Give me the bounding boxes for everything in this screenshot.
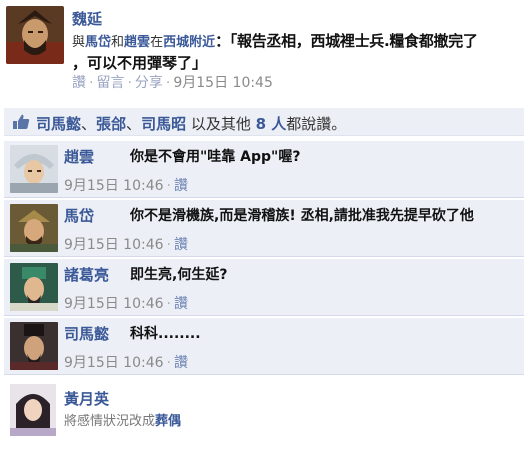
author-avatar[interactable] [6, 6, 64, 64]
user-name[interactable]: 黃月英 [64, 388, 109, 409]
likes-middle-text: 以及其他 [186, 115, 256, 133]
comment-timestamp[interactable]: 9月15日 10:46 [64, 296, 164, 312]
comment-meta: 9月15日 10:46 · 讚 [64, 234, 188, 254]
separator-dot: · [127, 75, 132, 91]
post-author-name[interactable]: 魏延 [72, 8, 102, 29]
at-word: 在 [150, 35, 164, 50]
separator-dot: · [89, 75, 94, 91]
relationship-status-link[interactable]: 葬偶 [155, 414, 181, 429]
user-avatar[interactable] [10, 384, 56, 436]
tagged-user-link[interactable]: 馬岱 [85, 35, 111, 50]
commenter-avatar[interactable] [10, 145, 58, 193]
commenter-name[interactable]: 馬岱 [64, 205, 94, 226]
comment-timestamp[interactable]: 9月15日 10:46 [64, 355, 164, 371]
others-count-link[interactable]: 8 人 [256, 115, 287, 133]
commenter-name[interactable]: 諸葛亮 [64, 264, 109, 285]
separator-dot: · [166, 296, 171, 312]
comment: 趙雲 你是不會用"哇靠 App"喔? 9月15日 10:46 · 讚 [4, 140, 524, 198]
comment-like-link[interactable]: 讚 [174, 296, 188, 312]
post-timestamp[interactable]: 9月15日 10:45 [173, 75, 273, 91]
post: 魏延 與馬岱和趙雲在西城附近：「報告丞相，西城裡士兵.糧食都撤完了 ，可以不用彈… [0, 0, 524, 100]
commenter-name[interactable]: 司馬懿 [64, 323, 109, 344]
comment-meta: 9月15日 10:46 · 讚 [64, 293, 188, 313]
post-message-line2: ，可以不用彈琴了」 [72, 54, 208, 72]
separator-dot: · [166, 237, 171, 253]
comment-like-link[interactable]: 讚 [174, 178, 188, 194]
separator-dot: · [165, 75, 171, 91]
post-message-line1: ：「報告丞相，西城裡士兵.糧食都撤完了 [215, 32, 478, 50]
comment-like-link[interactable]: 讚 [174, 237, 188, 253]
separator-dot: · [166, 355, 171, 371]
comment-meta: 9月15日 10:46 · 讚 [64, 175, 188, 195]
and-word: 和 [111, 35, 125, 50]
comment: 司馬懿 科科........ 9月15日 10:46 · 讚 [4, 317, 524, 375]
commenter-avatar[interactable] [10, 263, 58, 311]
liker-link[interactable]: 司馬懿 [36, 115, 81, 133]
status-update: 黃月英 將感情狀況改成葬偶 [0, 384, 524, 460]
share-link[interactable]: 分享 [135, 75, 163, 91]
post-tag-line: 與馬岱和趙雲在西城附近：「報告丞相，西城裡士兵.糧食都撤完了 [72, 30, 478, 51]
status-text: 將感情狀況改成葬偶 [64, 410, 181, 429]
comment: 馬岱 你不是滑機族,而是滑稽族! 丞相,請批准我先提早砍了他 9月15日 10:… [4, 199, 524, 257]
commenter-name[interactable]: 趙雲 [64, 146, 94, 167]
likes-bar: 司馬懿、張郃、司馬昭 以及其他 8 人都說讚。 [4, 108, 524, 136]
comment-meta: 9月15日 10:46 · 讚 [64, 352, 188, 372]
likes-suffix: 都說讚。 [286, 115, 347, 133]
comment-timestamp[interactable]: 9月15日 10:46 [64, 178, 164, 194]
comment-like-link[interactable]: 讚 [174, 355, 188, 371]
comment-timestamp[interactable]: 9月15日 10:46 [64, 237, 164, 253]
comment-text: 你不是滑機族,而是滑稽族! 丞相,請批准我先提早砍了他 [130, 208, 474, 224]
comment-link[interactable]: 留言 [96, 75, 124, 91]
thumbs-up-icon [13, 114, 30, 129]
commenter-avatar[interactable] [10, 322, 58, 370]
like-link[interactable]: 讚 [72, 75, 86, 91]
separator: 、 [126, 115, 142, 133]
post-meta: 讚 · 留言 · 分享 · 9月15日 10:45 [72, 72, 273, 92]
separator: 、 [81, 115, 97, 133]
liker-link[interactable]: 張郃 [96, 115, 126, 133]
comment: 諸葛亮 即生亮,何生延? 9月15日 10:46 · 讚 [4, 258, 524, 316]
place-link[interactable]: 西城附近 [163, 35, 215, 50]
status-prefix: 將感情狀況改成 [64, 414, 156, 429]
separator-dot: · [166, 178, 171, 194]
commenter-avatar[interactable] [10, 204, 58, 252]
tagged-user-link[interactable]: 趙雲 [124, 35, 150, 50]
comment-text: 你是不會用"哇靠 App"喔? [130, 149, 301, 165]
comment-text: 科科........ [130, 326, 201, 342]
comment-text: 即生亮,何生延? [130, 267, 228, 283]
liker-link[interactable]: 司馬昭 [141, 115, 186, 133]
likes-text: 司馬懿、張郃、司馬昭 以及其他 8 人都說讚。 [36, 113, 346, 134]
with-prefix: 與 [72, 35, 86, 50]
